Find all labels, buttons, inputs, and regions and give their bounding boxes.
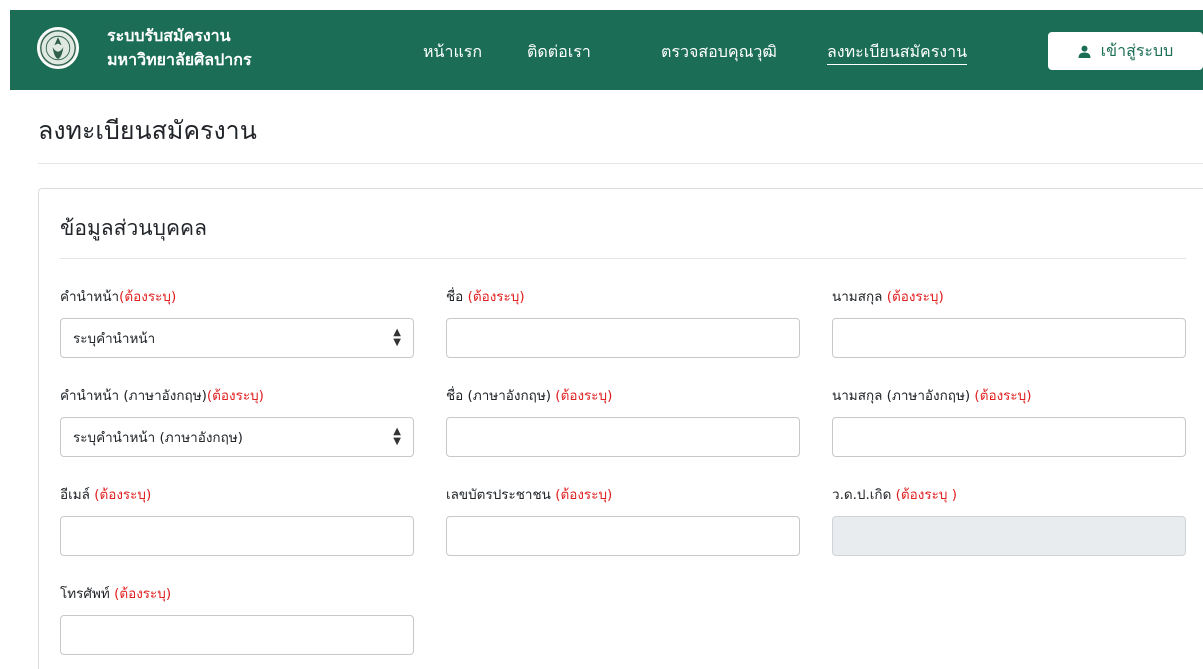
site-brand[interactable]: ระบบรับสมัครงาน มหาวิทยาลัยศิลปากร	[107, 24, 252, 72]
required-marker: (ต้องระบุ )	[895, 487, 958, 503]
title-th-label: คำนำหน้า(ต้องระบุ)	[60, 288, 176, 306]
nav-register[interactable]: ลงทะเบียนสมัครงาน	[827, 42, 968, 65]
title-en-selected: ระบุคำนำหน้า (ภาษาอังกฤษ)	[73, 430, 243, 446]
phone-label-text: โทรศัพท์	[60, 586, 115, 602]
birthdate-input[interactable]	[832, 516, 1186, 556]
required-marker: (ต้องระบุ)	[974, 388, 1032, 404]
personal-info-card: ข้อมูลส่วนบุคคล คำนำหน้า(ต้องระบุ) ระบุค…	[38, 188, 1203, 669]
login-label: เข้าสู่ระบบ	[1100, 40, 1174, 60]
required-marker: (ต้องระบุ)	[886, 289, 944, 305]
required-marker: (ต้องระบุ)	[114, 586, 172, 602]
firstname-en-label-text: ชื่อ (ภาษาอังกฤษ)	[446, 388, 556, 404]
nav-contact[interactable]: ติดต่อเรา	[527, 42, 591, 62]
firstname-en-label: ชื่อ (ภาษาอังกฤษ) (ต้องระบุ)	[446, 387, 612, 405]
birthdate-label: ว.ด.ป.เกิด (ต้องระบุ )	[832, 486, 957, 504]
select-arrows-icon: ▲ ▼	[393, 426, 401, 447]
title-divider	[38, 163, 1203, 164]
phone-label: โทรศัพท์ (ต้องระบุ)	[60, 585, 171, 603]
firstname-th-label-text: ชื่อ	[446, 289, 468, 305]
email-input[interactable]	[60, 516, 414, 556]
nav-verify-qualification[interactable]: ตรวจสอบคุณวุฒิ	[661, 42, 777, 62]
page-title: ลงทะเบียนสมัครงาน	[38, 116, 257, 145]
lastname-en-label-text: นามสกุล (ภาษาอังกฤษ)	[832, 388, 975, 404]
brand-line-2: มหาวิทยาลัยศิลปากร	[107, 50, 252, 69]
required-marker: (ต้องระบุ)	[119, 289, 177, 305]
nav-home[interactable]: หน้าแรก	[423, 42, 482, 62]
id-card-label-text: เลขบัตรประชาชน	[446, 487, 556, 503]
email-label: อีเมล์ (ต้องระบุ)	[60, 486, 151, 504]
firstname-th-input[interactable]	[446, 318, 800, 358]
lastname-en-label: นามสกุล (ภาษาอังกฤษ) (ต้องระบุ)	[832, 387, 1032, 405]
email-label-text: อีเมล์	[60, 487, 95, 503]
section-title: ข้อมูลส่วนบุคคล	[60, 216, 207, 240]
firstname-en-input[interactable]	[446, 417, 800, 457]
phone-input[interactable]	[60, 615, 414, 655]
id-card-label: เลขบัตรประชาชน (ต้องระบุ)	[446, 486, 612, 504]
select-arrows-icon: ▲ ▼	[393, 327, 401, 348]
user-icon	[1078, 45, 1091, 58]
title-th-selected: ระบุคำนำหน้า	[73, 331, 156, 347]
lastname-th-input[interactable]	[832, 318, 1186, 358]
id-card-input[interactable]	[446, 516, 800, 556]
required-marker: (ต้องระบุ)	[555, 487, 613, 503]
birthdate-label-text: ว.ด.ป.เกิด	[832, 487, 896, 503]
lastname-en-input[interactable]	[832, 417, 1186, 457]
required-marker: (ต้องระบุ)	[555, 388, 613, 404]
firstname-th-label: ชื่อ (ต้องระบุ)	[446, 288, 525, 306]
section-divider	[60, 258, 1186, 259]
lastname-th-label: นามสกุล (ต้องระบุ)	[832, 288, 944, 306]
required-marker: (ต้องระบุ)	[467, 289, 525, 305]
required-marker: (ต้องระบุ)	[94, 487, 152, 503]
login-button[interactable]: เข้าสู่ระบบ	[1048, 32, 1203, 70]
brand-line-1: ระบบรับสมัครงาน	[107, 26, 231, 45]
title-en-select[interactable]: ระบุคำนำหน้า (ภาษาอังกฤษ) ▲ ▼	[60, 417, 414, 457]
top-navbar: ระบบรับสมัครงาน มหาวิทยาลัยศิลปากร หน้าแ…	[10, 10, 1203, 90]
title-th-select[interactable]: ระบุคำนำหน้า ▲ ▼	[60, 318, 414, 358]
title-th-label-text: คำนำหน้า	[60, 289, 120, 305]
title-en-label: คำนำหน้า (ภาษาอังกฤษ)(ต้องระบุ)	[60, 387, 264, 405]
lastname-th-label-text: นามสกุล	[832, 289, 887, 305]
title-en-label-text: คำนำหน้า (ภาษาอังกฤษ)	[60, 388, 207, 404]
university-logo[interactable]	[37, 27, 79, 69]
required-marker: (ต้องระบุ)	[206, 388, 264, 404]
